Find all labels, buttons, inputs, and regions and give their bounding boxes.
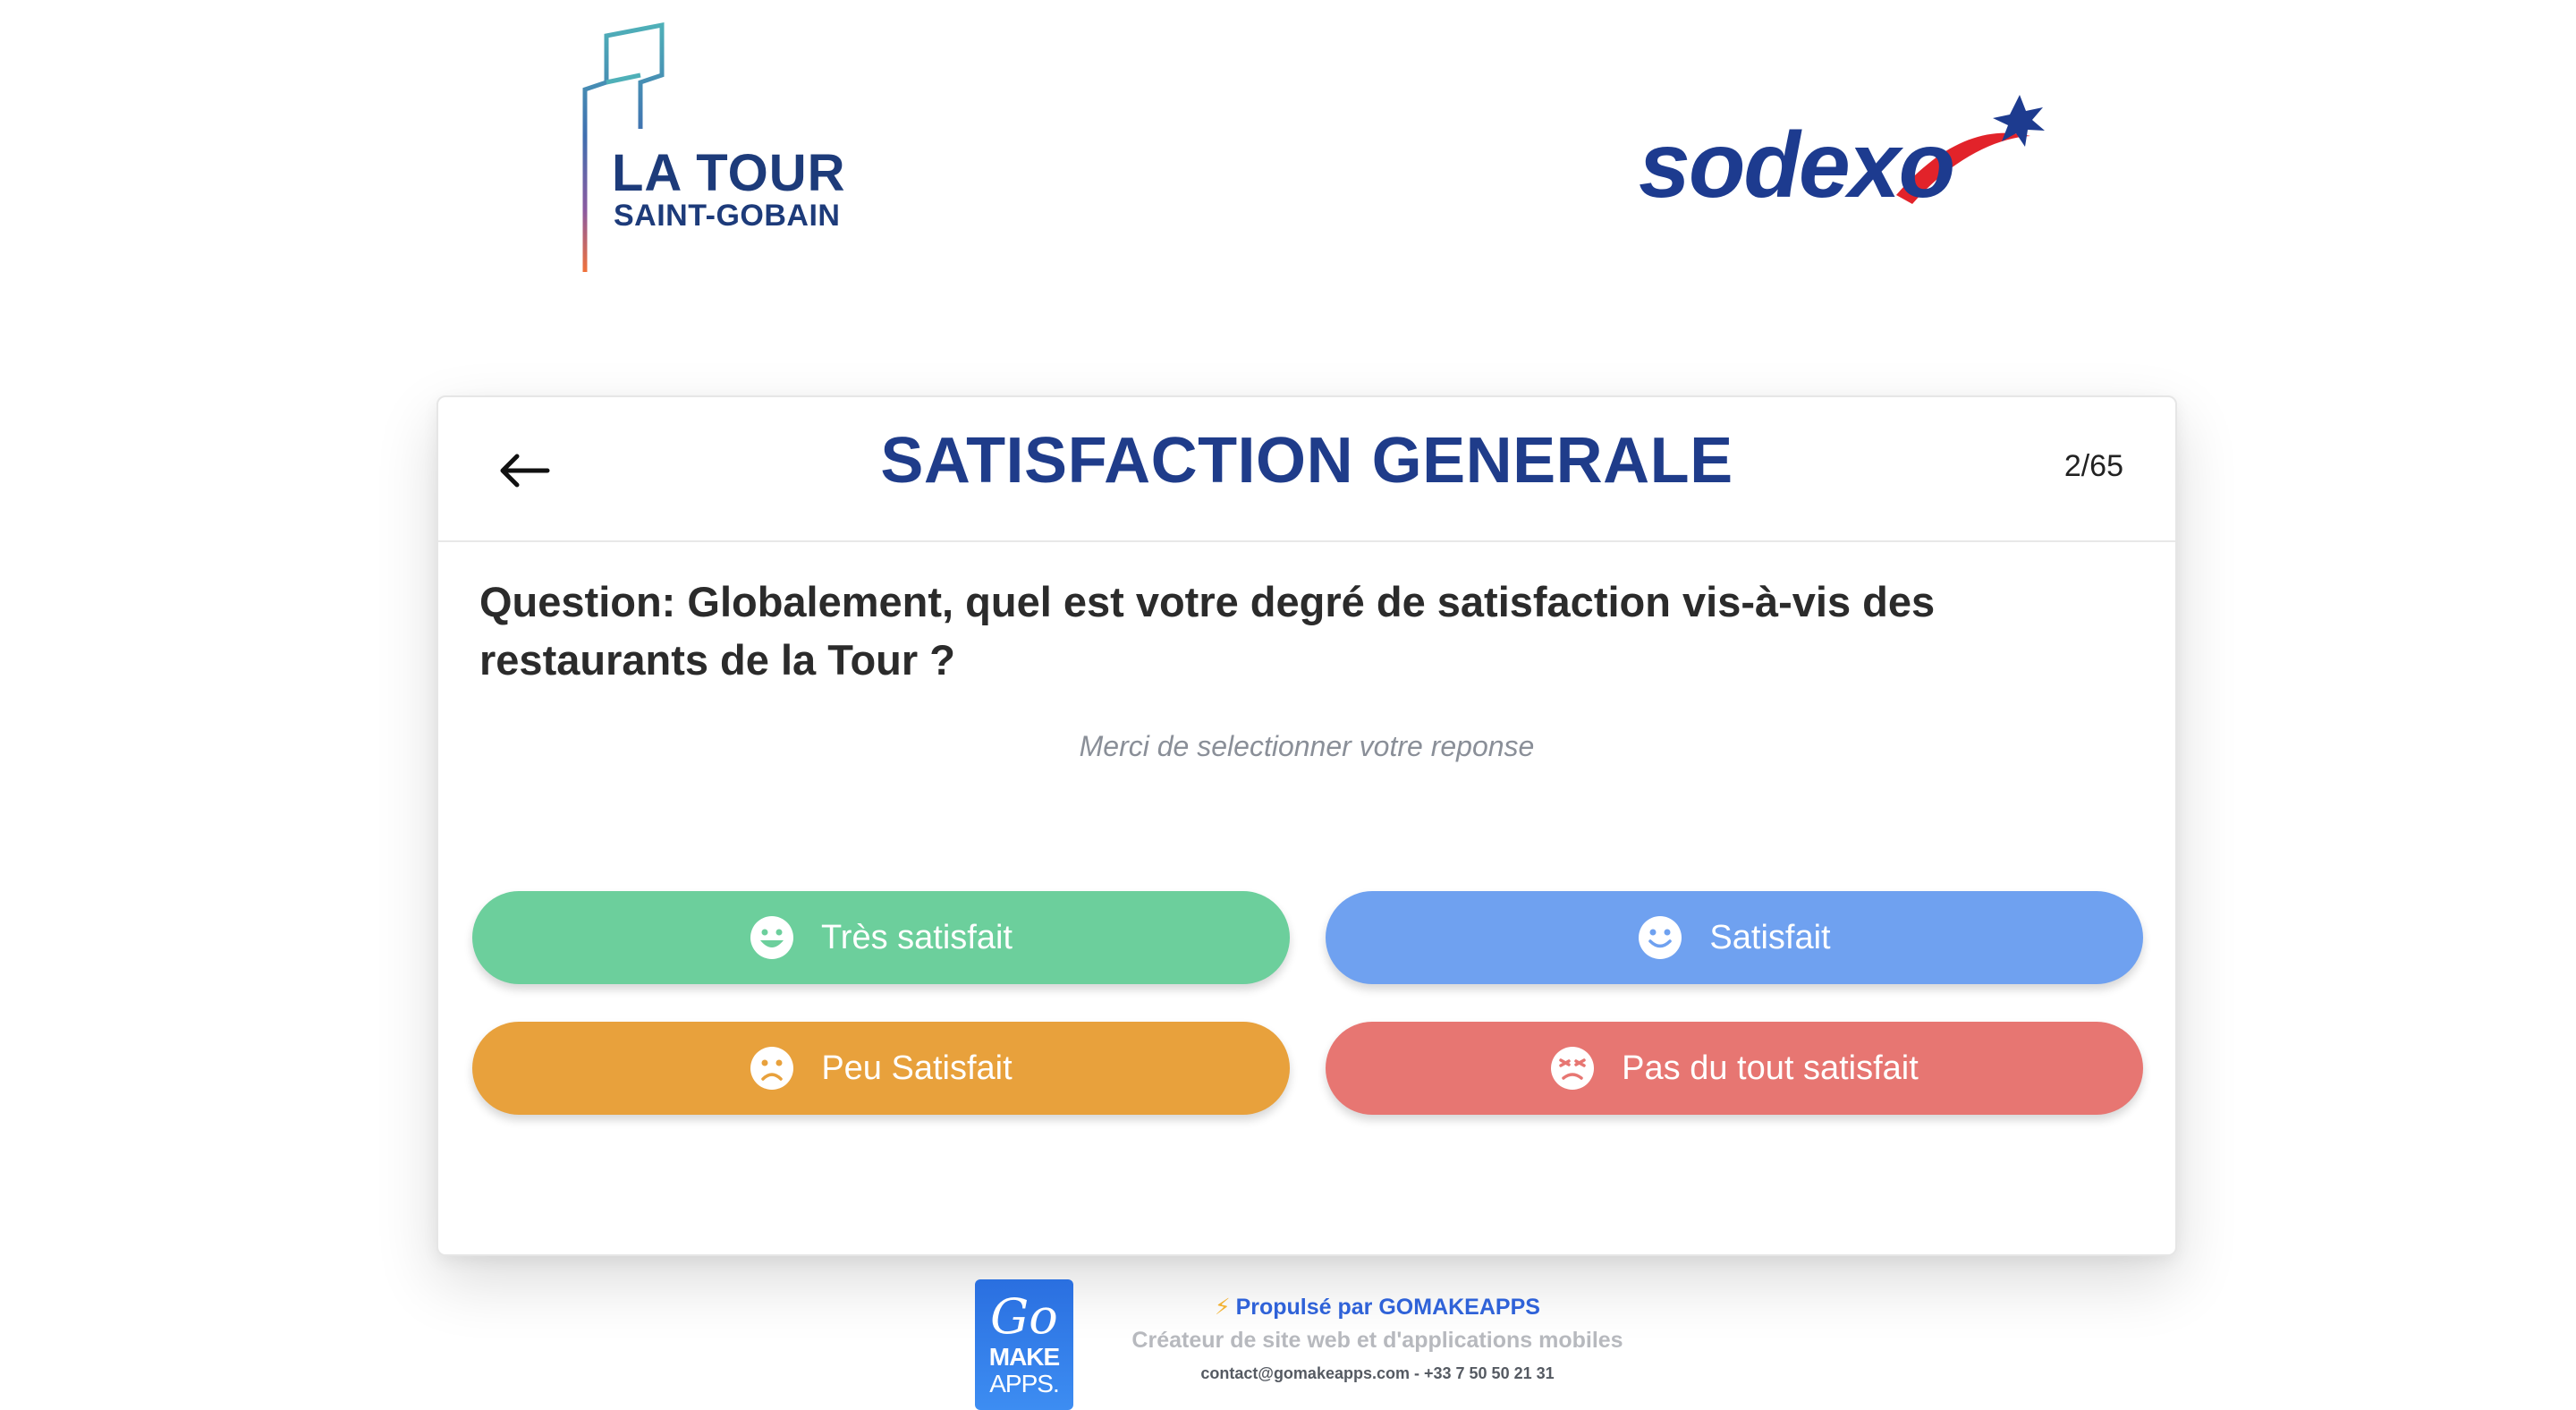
- footer-contact: contact@gomakeapps.com - +33 7 50 50 21 …: [1200, 1364, 1555, 1382]
- la-tour-saint-gobain-logo: LA TOUR SAINT-GOBAIN: [572, 21, 859, 281]
- answer-peu-satisfait-button[interactable]: Peu Satisfait: [472, 1022, 1290, 1115]
- survey-card: SATISFACTION GENERALE 2/65 Question: Glo…: [436, 395, 2177, 1256]
- footer-credits: ⚡ Propulsé par GOMAKEAPPS Créateur de sit…: [1109, 1294, 1646, 1383]
- footer-logo-make: MAKE: [988, 1343, 1060, 1371]
- angry-face-icon: [1551, 1047, 1595, 1090]
- card-header: SATISFACTION GENERALE 2/65: [438, 397, 2175, 542]
- answer-label: Très satisfait: [821, 918, 1013, 956]
- answer-label: Satisfait: [1709, 918, 1831, 956]
- gomakeapps-logo[interactable]: Go MAKE APPS.: [975, 1279, 1073, 1410]
- powered-by-link[interactable]: ⚡ Propulsé par GOMAKEAPPS: [1109, 1294, 1646, 1321]
- footer-tagline: Créateur de site web et d'applications m…: [1131, 1328, 1623, 1353]
- selection-hint: Merci de selectionner votre reponse: [1079, 730, 1535, 762]
- sodexo-wordmark: sodexo: [1639, 114, 1955, 217]
- answer-pas-du-tout-satisfait-button[interactable]: Pas du tout satisfait: [1326, 1022, 2143, 1115]
- sodexo-logo: sodexo: [1628, 89, 2093, 217]
- logo-line-saint-gobain: SAINT-GOBAIN: [614, 199, 841, 233]
- arrow-left-icon: [500, 454, 550, 488]
- happy-face-icon: [1639, 916, 1682, 959]
- page-title: SATISFACTION GENERALE: [880, 425, 1733, 497]
- answer-label: Peu Satisfait: [821, 1049, 1013, 1087]
- question-text: Question: Globalement, quel est votre de…: [479, 578, 1936, 684]
- sad-face-icon: [750, 1047, 794, 1090]
- answer-label: Pas du tout satisfait: [1622, 1049, 1919, 1087]
- question-counter: 2/65: [2063, 449, 2123, 483]
- back-button[interactable]: [492, 438, 556, 503]
- logo-line-la-tour: LA TOUR: [612, 144, 846, 202]
- footer-logo-go: Go: [990, 1288, 1058, 1345]
- very-happy-face-icon: [750, 916, 793, 959]
- footer-logo-apps: APPS.: [989, 1370, 1059, 1397]
- answer-satisfait-button[interactable]: Satisfait: [1326, 891, 2143, 984]
- lightning-icon: ⚡: [1215, 1295, 1231, 1320]
- answer-tres-satisfait-button[interactable]: Très satisfait: [472, 891, 1290, 984]
- powered-by-text: Propulsé par GOMAKEAPPS: [1235, 1295, 1540, 1320]
